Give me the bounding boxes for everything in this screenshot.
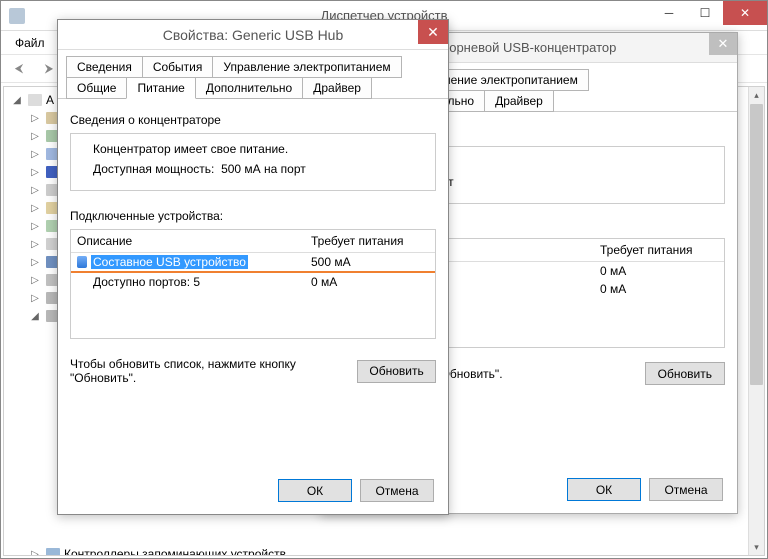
- column-description[interactable]: Описание: [71, 230, 305, 252]
- table-row[interactable]: Доступно портов: 5 0 мА: [71, 273, 435, 291]
- refresh-button[interactable]: Обновить: [357, 360, 436, 383]
- dialog-buttons: ОК Отмена: [278, 479, 434, 502]
- connected-devices-title: Подключенные устройства:: [70, 209, 436, 223]
- scroll-down-icon[interactable]: ▾: [749, 539, 764, 555]
- window-controls: ─ ☐ ✕: [651, 1, 767, 25]
- dialog-titlebar[interactable]: Свойства: Generic USB Hub ✕: [58, 20, 448, 50]
- expand-icon[interactable]: ◢: [10, 95, 24, 106]
- column-power-required[interactable]: Требует питания: [305, 230, 435, 252]
- maximize-button[interactable]: ☐: [687, 1, 723, 25]
- nav-back-button[interactable]: ⮜: [7, 58, 31, 80]
- close-button[interactable]: ✕: [709, 33, 737, 55]
- tree-item-storage[interactable]: ▷ Контроллеры запоминающих устройств: [10, 545, 758, 556]
- usb-device-icon: [77, 256, 87, 268]
- hub-available-power: Доступная мощность: 500 мА на порт: [93, 162, 425, 176]
- refresh-button[interactable]: Обновить: [645, 362, 725, 385]
- tab-driver[interactable]: Драйвер: [302, 77, 372, 99]
- close-button[interactable]: ✕: [418, 20, 448, 44]
- dialog-body: Сведения о концентраторе Концентратор им…: [58, 99, 448, 395]
- device-description: Составное USB устройство: [91, 255, 248, 269]
- tab-power-management[interactable]: Управление электропитанием: [212, 56, 401, 78]
- refresh-hint: Чтобы обновить список, нажмите кнопку "О…: [70, 357, 357, 385]
- menu-file[interactable]: Файл: [7, 34, 53, 52]
- close-button[interactable]: ✕: [723, 1, 767, 25]
- table-row-selected[interactable]: Составное USB устройство 500 мА: [71, 253, 435, 273]
- dialog-title: Свойства: Generic USB Hub: [163, 27, 344, 43]
- dialog-buttons: ОК Отмена: [567, 478, 723, 501]
- scroll-thumb[interactable]: [750, 104, 763, 385]
- device-description: Доступно портов: 5: [93, 275, 200, 289]
- column-power-required[interactable]: Требует питания: [594, 239, 724, 261]
- dialog-title: Корневой USB-концентратор: [442, 40, 617, 55]
- tab-power[interactable]: Питание: [126, 77, 195, 99]
- storage-controller-icon: [45, 546, 61, 556]
- properties-dialog-generic-hub: Свойства: Generic USB Hub ✕ Сведения Соб…: [57, 19, 449, 515]
- expand-icon[interactable]: ▷: [28, 549, 42, 557]
- tab-advanced[interactable]: Дополнительно: [195, 77, 303, 99]
- tab-general[interactable]: Общие: [66, 77, 127, 99]
- computer-icon: [27, 92, 43, 108]
- connected-devices-table: Описание Требует питания Составное USB у…: [70, 229, 436, 339]
- ok-button[interactable]: ОК: [278, 479, 352, 502]
- tab-info[interactable]: Сведения: [66, 56, 143, 78]
- cancel-button[interactable]: Отмена: [360, 479, 434, 502]
- ok-button[interactable]: ОК: [567, 478, 641, 501]
- device-power: 500 мА: [305, 254, 435, 270]
- tab-events[interactable]: События: [142, 56, 214, 78]
- minimize-button[interactable]: ─: [651, 1, 687, 25]
- tab-driver[interactable]: Драйвер: [484, 90, 554, 112]
- cancel-button[interactable]: Отмена: [649, 478, 723, 501]
- device-power: 0 мА: [305, 274, 435, 290]
- app-icon: [9, 8, 25, 24]
- vertical-scrollbar[interactable]: ▴ ▾: [748, 87, 764, 555]
- scroll-up-icon[interactable]: ▴: [749, 87, 764, 103]
- hub-info-title: Сведения о концентраторе: [70, 113, 436, 127]
- hub-self-powered-label: Концентратор имеет свое питание.: [93, 142, 425, 156]
- tab-strip: Сведения События Управление электропитан…: [58, 50, 448, 99]
